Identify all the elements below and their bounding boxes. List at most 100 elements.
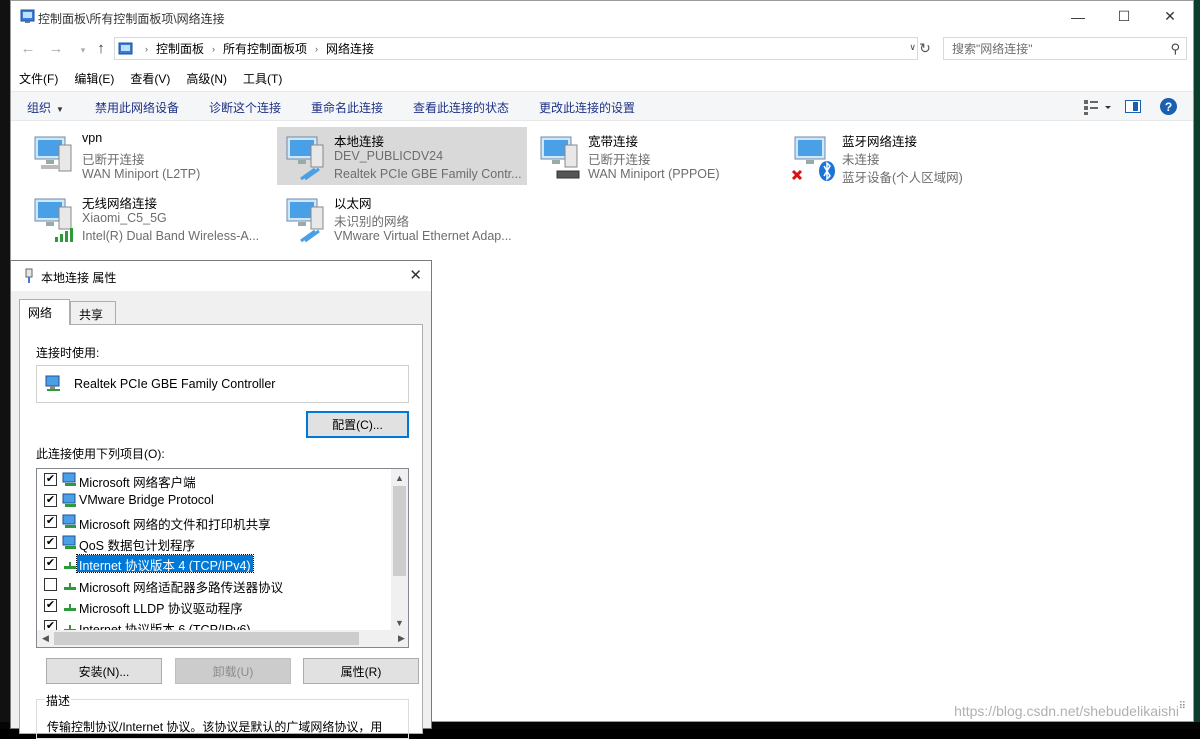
desktop-background-left bbox=[0, 0, 10, 729]
tab-panel-network: 连接时使用: Realtek PCIe GBE Family Controlle… bbox=[19, 324, 423, 739]
network-computer-icon bbox=[791, 136, 835, 181]
list-item[interactable]: ✔ VMware Bridge Protocol bbox=[37, 490, 392, 511]
scroll-left-icon[interactable]: ◀ bbox=[37, 630, 54, 647]
tab-sharing[interactable]: 共享 bbox=[70, 301, 116, 325]
install-button[interactable]: 安装(N)... bbox=[46, 658, 162, 684]
refresh-icon[interactable]: ↻ bbox=[915, 38, 935, 58]
connection-name: 蓝牙网络连接 bbox=[842, 135, 918, 149]
list-item[interactable]: ✔ Microsoft LLDP 协议驱动程序 bbox=[37, 595, 392, 616]
connection-broadband[interactable]: 宽带连接 已断开连接 WAN Miniport (PPPOE) bbox=[531, 127, 781, 185]
connection-device: Realtek PCIe GBE Family Contr... bbox=[334, 167, 522, 181]
breadcrumb-item-all-items[interactable]: 所有控制面板项 bbox=[223, 40, 307, 57]
checkbox[interactable]: ✔ bbox=[44, 557, 57, 570]
network-computer-icon bbox=[286, 198, 324, 243]
connection-wireless[interactable]: 无线网络连接 Xiaomi_C5_5G Intel(R) Dual Band W… bbox=[25, 189, 275, 247]
scroll-up-icon[interactable]: ▲ bbox=[391, 469, 408, 486]
connection-status: 未识别的网络 bbox=[334, 215, 410, 229]
address-bar[interactable]: › 控制面板 › 所有控制面板项 › 网络连接 ∨ bbox=[114, 37, 918, 60]
properties-dialog: 本地连接 属性 ✕ 网络 共享 连接时使用: Realtek PCIe GBE … bbox=[10, 260, 432, 739]
organize-button[interactable]: 组织 ▼ bbox=[27, 99, 64, 116]
checkbox[interactable]: ✔ bbox=[44, 515, 57, 528]
scroll-down-icon[interactable]: ▼ bbox=[391, 614, 408, 631]
diagnose-button[interactable]: 诊断这个连接 bbox=[209, 99, 281, 116]
connection-bluetooth[interactable]: 蓝牙网络连接 未连接 蓝牙设备(个人区域网) bbox=[785, 127, 1035, 185]
menu-edit[interactable]: 编辑(E) bbox=[74, 67, 114, 89]
back-arrow-icon[interactable]: ← bbox=[18, 38, 38, 58]
dialog-title-bar[interactable]: 本地连接 属性 ✕ bbox=[11, 261, 431, 291]
search-input[interactable] bbox=[944, 38, 1154, 59]
title-bar[interactable]: 控制面板\所有控制面板项\网络连接 — ☐ ✕ bbox=[11, 1, 1193, 32]
command-bar: 组织 ▼ 禁用此网络设备 诊断这个连接 重命名此连接 查看此连接的状态 更改此连接… bbox=[11, 91, 1193, 121]
close-button[interactable]: ✕ bbox=[1147, 1, 1193, 32]
network-client-icon bbox=[62, 472, 76, 486]
recent-locations-chevron-icon[interactable]: ▾ bbox=[73, 40, 93, 60]
tab-network[interactable]: 网络 bbox=[19, 299, 70, 325]
connection-status: Xiaomi_C5_5G bbox=[82, 211, 167, 225]
scroll-thumb[interactable] bbox=[393, 486, 406, 576]
protocol-icon bbox=[64, 583, 76, 590]
breadcrumb-separator-icon[interactable]: › bbox=[212, 44, 215, 54]
checkbox[interactable]: ✔ bbox=[44, 473, 57, 486]
checkbox[interactable] bbox=[44, 578, 57, 591]
list-item[interactable]: ✔ Microsoft 网络客户端 bbox=[37, 469, 392, 490]
description-group: 描述 传输控制协议/Internet 协议。该协议是默认的广域网络协议，用 bbox=[36, 692, 409, 739]
vertical-scrollbar[interactable]: ▲ ▼ bbox=[391, 469, 408, 631]
list-item-selected[interactable]: ✔ Internet 协议版本 4 (TCP/IPv4) bbox=[37, 553, 392, 574]
network-adapter-icon bbox=[25, 268, 33, 283]
configure-button[interactable]: 配置(C)... bbox=[306, 411, 409, 438]
minimize-button[interactable]: — bbox=[1055, 1, 1101, 32]
list-item-label: Internet 协议版本 4 (TCP/IPv4) bbox=[76, 554, 254, 573]
control-panel-icon bbox=[20, 9, 35, 23]
up-arrow-icon[interactable]: ↑ bbox=[91, 38, 111, 58]
chevron-down-icon: ▼ bbox=[56, 105, 64, 114]
watermark: https://blog.csdn.net/shebudelikaishi bbox=[954, 703, 1179, 719]
adapter-name: Realtek PCIe GBE Family Controller bbox=[74, 377, 276, 391]
list-item-label: VMware Bridge Protocol bbox=[79, 493, 214, 507]
menu-bar: 文件(F) 编辑(E) 查看(V) 高级(N) 工具(T) bbox=[11, 67, 1193, 89]
breadcrumb-item-control-panel[interactable]: 控制面板 bbox=[156, 40, 204, 57]
menu-advanced[interactable]: 高级(N) bbox=[186, 67, 227, 89]
breadcrumb-separator-icon[interactable]: › bbox=[315, 44, 318, 54]
change-settings-button[interactable]: 更改此连接的设置 bbox=[539, 99, 635, 116]
list-item[interactable]: Microsoft 网络适配器多路传送器协议 bbox=[37, 574, 392, 595]
list-item-label: Microsoft 网络客户端 bbox=[79, 476, 196, 490]
components-list[interactable]: ✔ Microsoft 网络客户端 ✔ VMware Bridge Protoc… bbox=[36, 468, 409, 648]
connection-status: 已断开连接 bbox=[82, 153, 145, 167]
horizontal-scrollbar[interactable]: ◀ ▶ bbox=[37, 630, 408, 647]
rename-button[interactable]: 重命名此连接 bbox=[311, 99, 383, 116]
menu-tools[interactable]: 工具(T) bbox=[243, 67, 282, 89]
list-item-label: Microsoft LLDP 协议驱动程序 bbox=[79, 602, 243, 616]
preview-pane-icon[interactable] bbox=[1125, 100, 1141, 113]
resize-grip-icon[interactable]: ⠿ bbox=[1179, 701, 1186, 712]
help-icon[interactable]: ? bbox=[1160, 98, 1177, 115]
list-item[interactable]: ✔ Microsoft 网络的文件和打印机共享 bbox=[37, 511, 392, 532]
properties-button[interactable]: 属性(R) bbox=[303, 658, 419, 684]
connection-ethernet[interactable]: 以太网 未识别的网络 VMware Virtual Ethernet Adap.… bbox=[277, 189, 527, 247]
list-item[interactable]: ✔ QoS 数据包计划程序 bbox=[37, 532, 392, 553]
dialog-close-icon[interactable]: ✕ bbox=[409, 266, 422, 284]
connection-device: Intel(R) Dual Band Wireless-A... bbox=[82, 229, 260, 243]
connection-name: 宽带连接 bbox=[588, 135, 639, 149]
maximize-button[interactable]: ☐ bbox=[1101, 1, 1147, 32]
scroll-thumb[interactable] bbox=[54, 632, 359, 645]
disable-device-button[interactable]: 禁用此网络设备 bbox=[95, 99, 179, 116]
connection-local[interactable]: 本地连接 DEV_PUBLICDV24 Realtek PCIe GBE Fam… bbox=[277, 127, 527, 185]
connection-name: vpn bbox=[82, 131, 103, 145]
connection-device: VMware Virtual Ethernet Adap... bbox=[334, 229, 512, 243]
menu-file[interactable]: 文件(F) bbox=[19, 67, 58, 89]
network-client-icon bbox=[62, 535, 76, 549]
menu-view[interactable]: 查看(V) bbox=[130, 67, 170, 89]
search-box[interactable]: ⚲ bbox=[943, 37, 1187, 60]
connection-vpn[interactable]: vpn 已断开连接 WAN Miniport (L2TP) bbox=[25, 127, 275, 185]
network-adapter-icon bbox=[45, 375, 60, 391]
checkbox[interactable]: ✔ bbox=[44, 494, 57, 507]
breadcrumb-item-network-connections[interactable]: 网络连接 bbox=[326, 40, 374, 57]
list-item-label: Microsoft 网络适配器多路传送器协议 bbox=[79, 581, 284, 595]
scroll-right-icon[interactable]: ▶ bbox=[393, 630, 408, 647]
checkbox[interactable]: ✔ bbox=[44, 599, 57, 612]
forward-arrow-icon[interactable]: → bbox=[46, 38, 66, 58]
search-icon[interactable]: ⚲ bbox=[1170, 41, 1180, 57]
view-options-icon[interactable] bbox=[1083, 98, 1113, 116]
view-status-button[interactable]: 查看此连接的状态 bbox=[413, 99, 509, 116]
checkbox[interactable]: ✔ bbox=[44, 536, 57, 549]
